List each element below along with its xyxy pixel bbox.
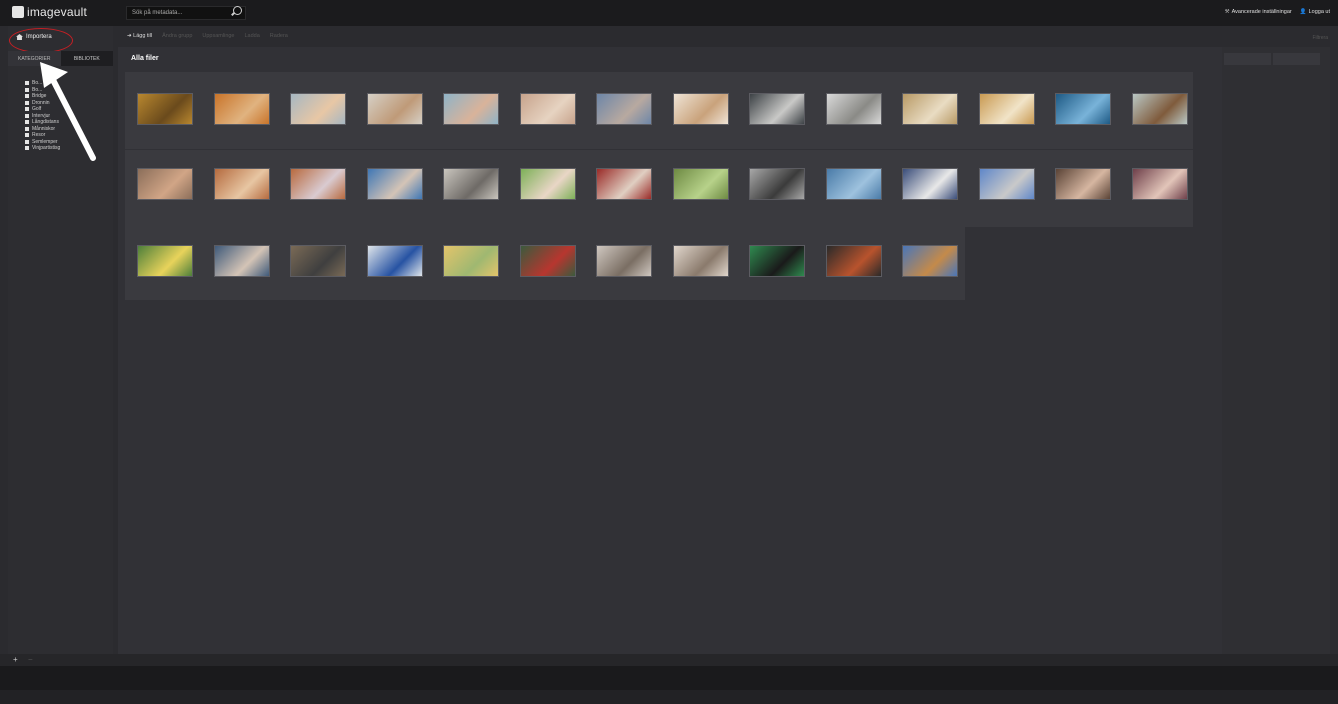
image-thumbnail[interactable] <box>1132 168 1188 200</box>
image-thumbnail[interactable] <box>443 245 499 277</box>
search-icon[interactable] <box>233 6 242 15</box>
image-thumbnail[interactable] <box>214 168 270 200</box>
page-title: Alla filer <box>131 55 159 62</box>
user-icon: 👤 <box>1299 9 1307 15</box>
image-thumbnail[interactable] <box>826 93 882 125</box>
right-panel <box>1222 47 1330 654</box>
image-thumbnail[interactable] <box>367 168 423 200</box>
image-thumbnail[interactable] <box>596 93 652 125</box>
image-thumbnail[interactable] <box>137 168 193 200</box>
image-thumbnail[interactable] <box>596 245 652 277</box>
toolbar-item[interactable]: Radera <box>270 33 288 39</box>
toolbar-item[interactable]: Ladda <box>245 33 260 39</box>
annotation-arrow-icon <box>40 62 96 161</box>
toolbar-item[interactable]: Uppsamlinge <box>202 33 234 39</box>
image-thumbnail[interactable] <box>367 245 423 277</box>
image-thumbnail[interactable] <box>290 168 346 200</box>
image-thumbnail[interactable] <box>596 168 652 200</box>
image-thumbnail[interactable] <box>520 168 576 200</box>
image-thumbnail[interactable] <box>902 245 958 277</box>
image-thumbnail[interactable] <box>1055 93 1111 125</box>
remove-category-button[interactable]: − <box>28 655 33 664</box>
image-thumbnail[interactable] <box>902 93 958 125</box>
search-input[interactable]: Sök på metadata... <box>126 6 246 20</box>
image-thumbnail[interactable] <box>1132 93 1188 125</box>
image-thumbnail[interactable] <box>673 168 729 200</box>
logout-label: Logga ut <box>1308 9 1330 15</box>
logo-icon <box>12 6 24 18</box>
advanced-settings-label: Avancerade inställningar <box>1231 9 1292 15</box>
logout-link[interactable]: 👤 Logga ut <box>1300 9 1330 15</box>
drop-zone[interactable] <box>0 666 1338 690</box>
image-thumbnail[interactable] <box>902 168 958 200</box>
right-tab[interactable] <box>1273 53 1320 65</box>
image-thumbnail[interactable] <box>749 245 805 277</box>
logo[interactable]: imagevault <box>12 5 87 19</box>
highlight-circle <box>9 28 73 53</box>
image-thumbnail[interactable] <box>673 93 729 125</box>
image-thumbnail[interactable] <box>290 245 346 277</box>
add-button[interactable]: ➜ Lägg till <box>127 33 152 39</box>
top-right-links: ⚒ Avancerade inställningar 👤 Logga ut <box>1225 9 1330 15</box>
logo-text: imagevault <box>27 5 88 19</box>
image-thumbnail[interactable] <box>979 93 1035 125</box>
add-category-button[interactable]: + <box>13 655 18 664</box>
image-thumbnail[interactable] <box>673 245 729 277</box>
image-thumbnail[interactable] <box>214 93 270 125</box>
filter-button[interactable]: Filtrera <box>1312 35 1328 41</box>
image-thumbnail[interactable] <box>137 93 193 125</box>
image-thumbnail[interactable] <box>520 93 576 125</box>
settings-icon: ⚒ <box>1224 9 1230 15</box>
image-thumbnail[interactable] <box>826 245 882 277</box>
image-thumbnail[interactable] <box>749 168 805 200</box>
image-thumbnail[interactable] <box>214 245 270 277</box>
toolbar: ➜ Lägg till Ändra grupp Uppsamlinge Ladd… <box>127 33 288 39</box>
add-label: Lägg till <box>133 33 153 39</box>
image-thumbnail[interactable] <box>290 93 346 125</box>
image-thumbnail[interactable] <box>443 93 499 125</box>
image-thumbnail[interactable] <box>749 93 805 125</box>
toolbar-item[interactable]: Ändra grupp <box>162 33 192 39</box>
footer-bar <box>0 690 1338 704</box>
image-thumbnail[interactable] <box>520 245 576 277</box>
image-thumbnail[interactable] <box>443 168 499 200</box>
image-thumbnail[interactable] <box>826 168 882 200</box>
image-thumbnail[interactable] <box>979 168 1035 200</box>
image-thumbnail[interactable] <box>1055 168 1111 200</box>
right-tab[interactable] <box>1224 53 1271 65</box>
right-panel-tabs <box>1224 53 1320 65</box>
image-thumbnail[interactable] <box>367 93 423 125</box>
advanced-settings-link[interactable]: ⚒ Avancerade inställningar <box>1225 9 1292 15</box>
bottom-strip <box>0 654 1338 666</box>
image-thumbnail[interactable] <box>137 245 193 277</box>
